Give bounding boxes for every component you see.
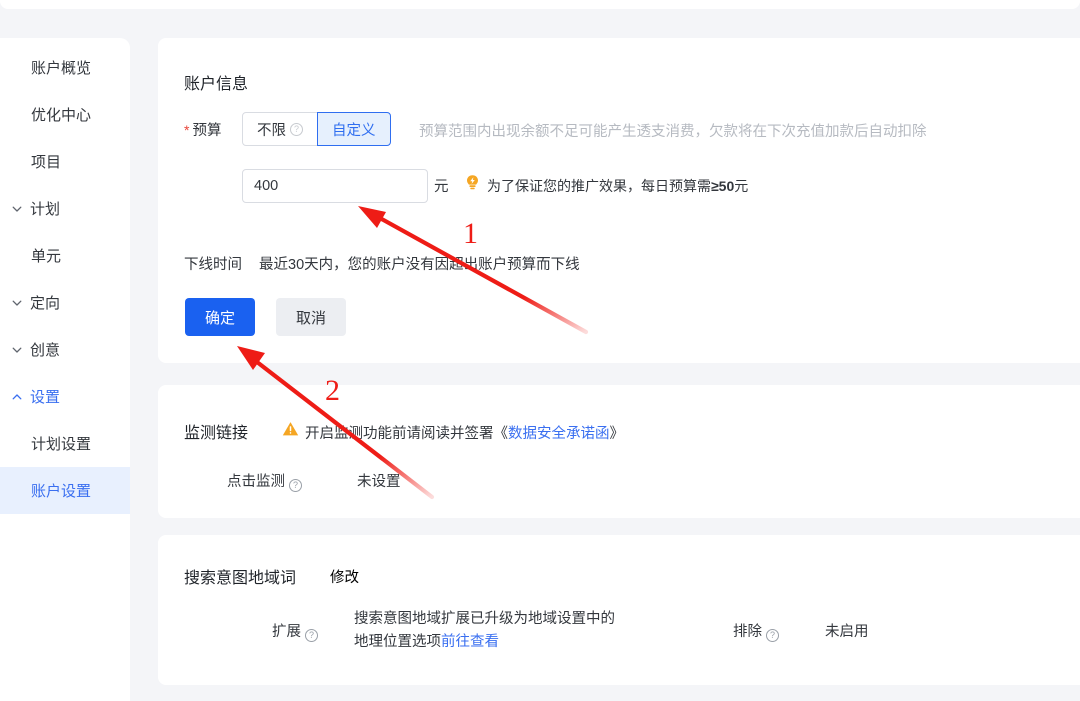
confirm-button[interactable]: 确定: [185, 298, 255, 336]
sidebar-item-unit[interactable]: 单元: [0, 232, 130, 279]
budget-tip-strong: ≥50: [711, 178, 735, 194]
account-info-card: 账户信息 * 预算 不限 ? 自定义 预算范围内出现余额不足可能产生透支消费，欠款…: [158, 38, 1080, 363]
exclude-label: 排除 ?: [733, 620, 780, 642]
cancel-button[interactable]: 取消: [276, 298, 346, 336]
sidebar-nav: 账户概览 优化中心 项目 计划 单元 定向 创意 设置 计划设置 账户设置: [0, 38, 130, 701]
sidebar-item-label: 优化中心: [31, 107, 92, 124]
sidebar-item-label: 计划设置: [31, 436, 92, 453]
sidebar-item-plan[interactable]: 计划: [0, 185, 130, 232]
budget-option-custom-label: 自定义: [332, 122, 376, 139]
sidebar-item-project[interactable]: 项目: [0, 138, 130, 185]
monitor-notice-prefix: 开启监测功能前请阅读并签署《: [305, 426, 508, 442]
sidebar-item-account-settings[interactable]: 账户设置: [0, 467, 130, 514]
expand-label-text: 扩展: [272, 624, 301, 640]
budget-tip-prefix: 为了保证您的推广效果，每日预算需: [487, 178, 711, 194]
help-icon[interactable]: ?: [289, 479, 303, 492]
help-icon[interactable]: ?: [766, 629, 780, 642]
click-monitor-value: 未设置: [357, 474, 401, 490]
monitor-link-card: 监测链接 开启监测功能前请阅读并签署《数据安全承诺函》 点击监测 ? 未设置: [158, 385, 1080, 518]
monitor-notice: 开启监测功能前请阅读并签署《数据安全承诺函》: [305, 422, 624, 443]
chevron-down-icon: [10, 202, 24, 216]
help-icon[interactable]: ?: [305, 629, 319, 642]
budget-overdraft-hint: 预算范围内出现余额不足可能产生透支消费，欠款将在下次充值加款后自动扣除: [419, 124, 927, 140]
sidebar-item-label: 账户设置: [31, 483, 92, 500]
monitor-link-label: 监测链接: [184, 425, 249, 442]
help-icon[interactable]: ?: [290, 122, 303, 136]
annotation-number-1: 1: [463, 217, 478, 250]
app-root: 账户概览 优化中心 项目 计划 单元 定向 创意 设置 计划设置 账户设置 账户…: [0, 0, 1080, 701]
budget-option-unlimited-label: 不限: [257, 122, 286, 139]
sidebar-item-label: 账户概览: [31, 60, 92, 77]
budget-unit-label: 元: [434, 179, 449, 195]
offline-time-label: 下线时间: [184, 257, 242, 273]
sidebar-item-plan-settings[interactable]: 计划设置: [0, 420, 130, 467]
top-bar-strip: [0, 0, 1080, 9]
budget-tip-suffix: 元: [734, 178, 749, 194]
expand-label: 扩展 ?: [272, 620, 319, 642]
sidebar-item-creative[interactable]: 创意: [0, 326, 130, 373]
expand-description: 搜索意图地域扩展已升级为地域设置中的地理位置选项前往查看: [354, 608, 619, 654]
budget-type-segmented-control: 不限 ? 自定义: [242, 112, 391, 146]
sidebar-item-label: 创意: [30, 342, 61, 359]
sidebar-item-label: 计划: [30, 201, 61, 218]
chevron-down-icon: [10, 343, 24, 357]
sidebar-item-label: 单元: [31, 248, 62, 265]
offline-time-value: 最近30天内，您的账户没有因超出账户预算而下线: [259, 257, 580, 273]
monitor-notice-suffix: 》: [609, 426, 625, 442]
budget-amount-input[interactable]: [242, 169, 428, 203]
exclude-value: 未启用: [825, 624, 869, 640]
budget-label-text: 预算: [192, 123, 222, 139]
account-info-title: 账户信息: [184, 76, 249, 93]
required-asterisk: *: [184, 122, 190, 138]
sidebar-item-account-overview[interactable]: 账户概览: [0, 44, 130, 91]
region-card-title: 搜索意图地域词: [184, 570, 297, 587]
sidebar-item-optimization-center[interactable]: 优化中心: [0, 91, 130, 138]
data-security-agreement-link[interactable]: 数据安全承诺函: [508, 426, 610, 442]
chevron-down-icon: [10, 296, 24, 310]
sidebar-item-settings[interactable]: 设置: [0, 373, 130, 420]
budget-option-unlimited[interactable]: 不限 ?: [242, 112, 318, 146]
click-monitor-label: 点击监测 ?: [227, 470, 303, 492]
click-monitor-label-text: 点击监测: [227, 474, 285, 490]
sidebar-item-label: 定向: [30, 295, 61, 312]
go-view-link[interactable]: 前往查看: [441, 634, 499, 650]
budget-minimum-tip: 为了保证您的推广效果，每日预算需≥50元: [487, 176, 748, 196]
sidebar-item-targeting[interactable]: 定向: [0, 279, 130, 326]
chevron-up-icon: [10, 390, 24, 404]
budget-option-custom[interactable]: 自定义: [317, 112, 391, 146]
warning-triangle-icon: [282, 421, 299, 442]
lightbulb-icon: [464, 174, 481, 197]
sidebar-item-label: 项目: [31, 154, 62, 171]
region-edit-link[interactable]: 修改: [330, 566, 359, 587]
budget-field-label: * 预算: [184, 119, 221, 140]
exclude-label-text: 排除: [733, 624, 762, 640]
search-intent-region-card: 搜索意图地域词 修改 扩展 ? 搜索意图地域扩展已升级为地域设置中的地理位置选项…: [158, 535, 1080, 685]
annotation-number-2: 2: [325, 374, 340, 407]
sidebar-item-label: 设置: [30, 389, 61, 406]
